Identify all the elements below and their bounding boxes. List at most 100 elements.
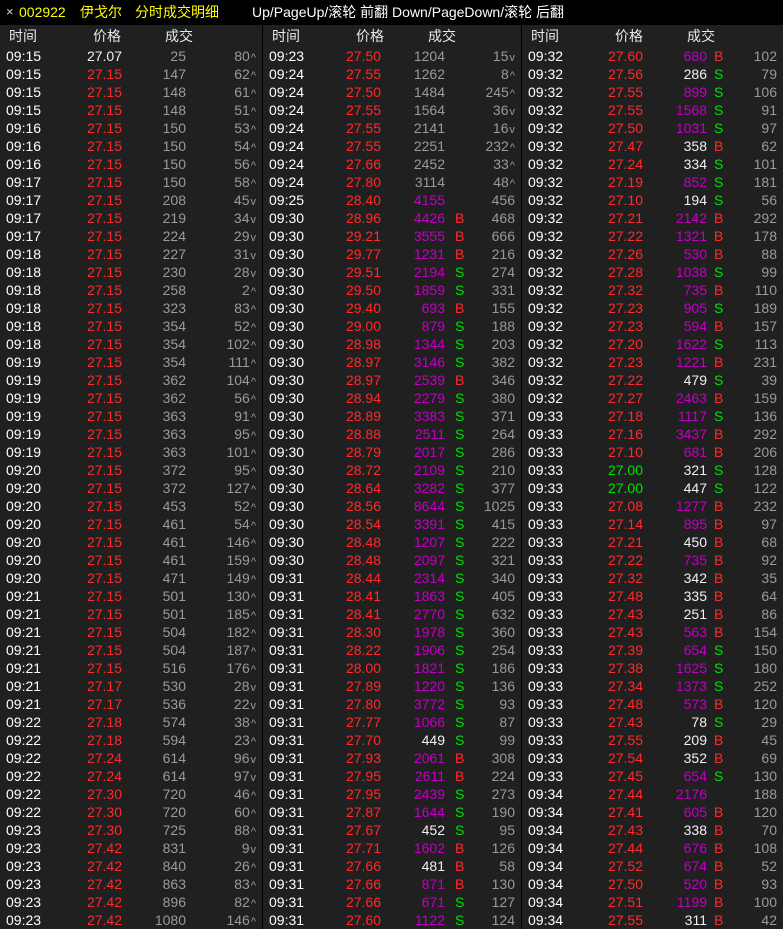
trade-price: 27.55	[607, 912, 643, 928]
trade-count: 415	[491, 516, 515, 532]
trade-volume: 1038	[675, 264, 707, 280]
trade-count: 210	[491, 462, 515, 478]
trade-count: 154	[753, 624, 777, 640]
trade-count: 157	[753, 318, 777, 334]
trade-price: 27.22	[607, 228, 643, 244]
trade-direction-flag: S	[714, 192, 724, 208]
window-title: 分时成交明细	[135, 4, 219, 20]
trade-time: 09:19	[6, 390, 42, 406]
trade-direction-flag: B	[714, 588, 724, 604]
trade-count-cell: 224	[492, 767, 515, 785]
trade-count-cell: 136	[754, 407, 777, 425]
trade-count-cell: 186	[492, 659, 515, 677]
trade-count: 95	[499, 822, 515, 838]
trade-count-cell: 97	[761, 515, 777, 533]
trade-price: 27.17	[86, 678, 122, 694]
trade-count-cell: 154	[754, 623, 777, 641]
trade-time: 09:22	[6, 750, 42, 766]
caret-up-icon: ^	[250, 160, 256, 172]
trade-row: 09:24 27.66 2452 33^	[263, 155, 521, 173]
caret-down-icon: v	[250, 214, 257, 226]
trade-count: 70	[761, 822, 777, 838]
trade-count-cell: 182^	[226, 623, 256, 643]
trade-price: 27.48	[607, 588, 643, 604]
trade-count: 111	[228, 354, 250, 370]
trade-time: 09:33	[528, 732, 564, 748]
trade-count-cell: 95^	[234, 461, 256, 481]
trade-price: 27.19	[607, 174, 643, 190]
caret-up-icon: ^	[250, 358, 256, 370]
trade-volume: 461	[162, 552, 186, 568]
trade-price: 28.22	[345, 642, 381, 658]
trade-volume: 1622	[675, 336, 707, 352]
trade-time: 09:16	[6, 120, 42, 136]
header-volume: 成交	[165, 28, 193, 44]
trade-volume: 720	[162, 786, 186, 802]
close-icon[interactable]: ×	[6, 0, 14, 24]
trade-row: 09:33 27.43 251 B 86	[522, 605, 783, 623]
trade-count-cell: 468	[492, 209, 515, 227]
trade-count-cell: 340	[492, 569, 515, 587]
trade-count-cell: 102	[754, 47, 777, 65]
trade-count: 79	[761, 66, 777, 82]
trade-count-cell: 83^	[234, 299, 256, 319]
trade-panel-3[interactable]: 时间 价格 成交 09:32 27.60 680 B 102 09:32 27.56 286 S…	[522, 25, 783, 929]
trade-volume: 1564	[413, 102, 445, 118]
trade-volume: 286	[683, 66, 707, 82]
trade-row: 09:33 27.16 3437 B 292	[522, 425, 783, 443]
trade-panel-2[interactable]: 时间 价格 成交 09:23 27.50 1204 15v 09:24 27.55 1262…	[263, 25, 521, 929]
trade-price: 27.34	[607, 678, 643, 694]
trade-price: 27.15	[86, 192, 122, 208]
trade-row: 09:32 27.55 899 S 106	[522, 83, 783, 101]
trade-row: 09:21 27.15 516 176^	[0, 659, 262, 677]
trade-row: 09:31 27.66 481 B 58	[263, 857, 521, 875]
trade-count: 377	[491, 480, 515, 496]
trade-row: 09:24 27.50 1484 245^	[263, 83, 521, 101]
trade-row: 09:32 27.22 1321 B 178	[522, 227, 783, 245]
trade-price: 29.21	[345, 228, 381, 244]
trade-time: 09:33	[528, 624, 564, 640]
trade-row: 09:20 27.15 471 149^	[0, 569, 262, 587]
trade-count-cell: 8^	[501, 65, 515, 85]
trade-time: 09:32	[528, 390, 564, 406]
trade-volume: 594	[162, 732, 186, 748]
trade-time: 09:30	[269, 336, 305, 352]
trade-time: 09:22	[6, 714, 42, 730]
trade-count-cell: 127^	[226, 479, 256, 499]
trade-volume: 208	[162, 192, 186, 208]
trade-time: 09:32	[528, 282, 564, 298]
trade-time: 09:31	[269, 768, 305, 784]
trade-time: 09:19	[6, 426, 42, 442]
trade-volume: 504	[162, 642, 186, 658]
trade-count-cell: 120	[754, 695, 777, 713]
trade-price: 27.15	[86, 300, 122, 316]
trade-time: 09:33	[528, 606, 564, 622]
trade-count-cell: 178	[754, 227, 777, 245]
trade-row: 09:23 27.42 1080 146^	[0, 911, 262, 929]
caret-up-icon: ^	[250, 664, 256, 676]
trade-count-cell: 232	[754, 497, 777, 515]
trade-count-cell: 95^	[234, 425, 256, 445]
trade-count-cell: 28v	[234, 677, 256, 697]
trade-row: 09:30 29.77 1231 B 216	[263, 245, 521, 263]
trade-direction-flag: S	[714, 480, 724, 496]
trade-count: 130	[226, 588, 250, 604]
trade-price: 27.51	[607, 894, 643, 910]
trade-count-cell: 187^	[226, 641, 256, 661]
trade-row: 09:24 27.55 2251 232^	[263, 137, 521, 155]
trade-count-cell: 39	[761, 371, 777, 389]
trade-direction-flag: S	[714, 678, 724, 694]
trade-panel-1[interactable]: 时间 价格 成交 09:15 27.07 25 80^ 09:15 27.15 147 62^…	[0, 25, 262, 929]
trade-row: 09:17 27.15 150 58^	[0, 173, 262, 191]
trade-price: 27.15	[86, 444, 122, 460]
trade-volume: 358	[683, 138, 707, 154]
trade-direction-flag: B	[714, 804, 724, 820]
trade-count: 159	[226, 552, 250, 568]
trade-row: 09:20 27.15 453 52^	[0, 497, 262, 515]
trade-count-cell: 181	[754, 173, 777, 191]
trade-count: 130	[491, 876, 515, 892]
trade-count: 61	[234, 84, 250, 100]
trade-time: 09:33	[528, 570, 564, 586]
trade-count-cell: 2^	[242, 281, 256, 301]
trade-volume: 461	[162, 516, 186, 532]
